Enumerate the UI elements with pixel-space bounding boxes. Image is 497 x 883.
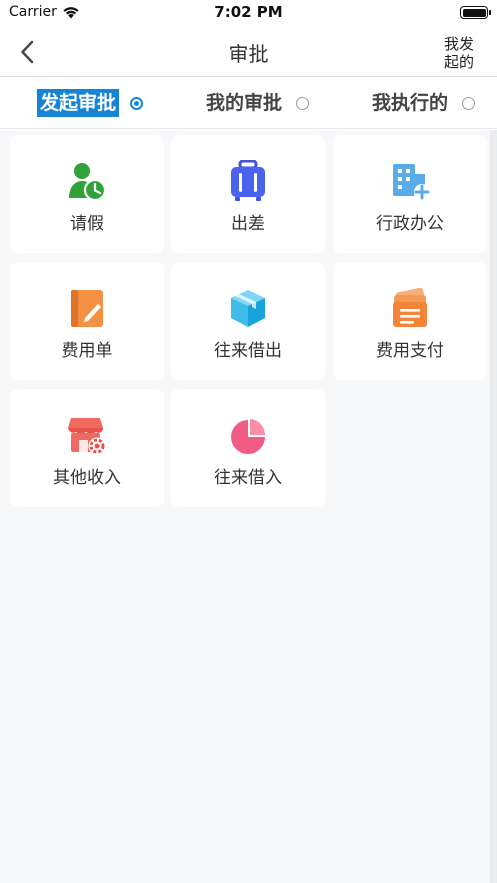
- tile-label: 往来借出: [214, 341, 282, 361]
- tile-label: 费用支付: [376, 341, 444, 361]
- tab-label: 发起审批: [37, 89, 120, 117]
- other-income-tile[interactable]: 其他收入: [10, 389, 164, 507]
- loan-in-tile[interactable]: 往来借入: [171, 389, 325, 507]
- business-trip-tile[interactable]: 出差: [171, 135, 325, 253]
- radio-selected-icon: [130, 96, 144, 110]
- box-icon: [231, 290, 265, 327]
- tile-label: 出差: [231, 214, 265, 234]
- tile-label: 行政办公: [376, 214, 444, 234]
- my-initiated-button[interactable]: 我发 起的: [441, 35, 477, 71]
- tile-label: 往来借入: [214, 468, 282, 488]
- page-title: 审批: [228, 42, 269, 66]
- card-stack-icon: [393, 287, 427, 327]
- admin-office-tile[interactable]: 行政办公: [333, 135, 487, 253]
- radio-unselected-icon: [462, 96, 476, 110]
- tab-my-executed[interactable]: 我执行的: [369, 88, 476, 118]
- expense-form-tile[interactable]: 费用单: [10, 262, 164, 380]
- suitcase-icon: [231, 160, 265, 201]
- battery-icon: [460, 6, 491, 19]
- radio-unselected-icon: [296, 96, 310, 110]
- leave-request-tile[interactable]: 请假: [10, 135, 164, 253]
- approval-type-grid: 请假 出差 行政办公 费用单 往来借出 费用支付 其他收入 往来借入: [0, 130, 497, 883]
- tile-label: 请假: [70, 214, 104, 234]
- tab-my-approval[interactable]: 我的审批: [203, 88, 310, 118]
- tile-label: 费用单: [61, 341, 113, 361]
- my-initiated-label-line2: 起的: [443, 53, 474, 71]
- navigation-bar: 审批 我发 起的: [0, 26, 497, 77]
- building-add-icon: [393, 164, 430, 200]
- tab-initiate-approval[interactable]: 发起审批: [37, 88, 144, 118]
- approval-tabs: 发起审批 我的审批 我执行的: [0, 77, 497, 129]
- pie-chart-icon: [231, 419, 266, 454]
- loan-out-tile[interactable]: 往来借出: [171, 262, 325, 380]
- person-clock-icon: [69, 163, 107, 202]
- status-bar: Carrier 7:02 PM: [0, 0, 497, 26]
- notebook-pen-icon: [71, 290, 103, 327]
- my-initiated-label-line1: 我发: [443, 35, 474, 53]
- tab-label: 我的审批: [206, 92, 283, 114]
- tile-label: 其他收入: [53, 468, 121, 488]
- store-gear-icon: [68, 418, 106, 455]
- tab-label: 我执行的: [372, 92, 449, 114]
- status-time: 7:02 PM: [214, 3, 283, 21]
- expense-payment-tile[interactable]: 费用支付: [333, 262, 487, 380]
